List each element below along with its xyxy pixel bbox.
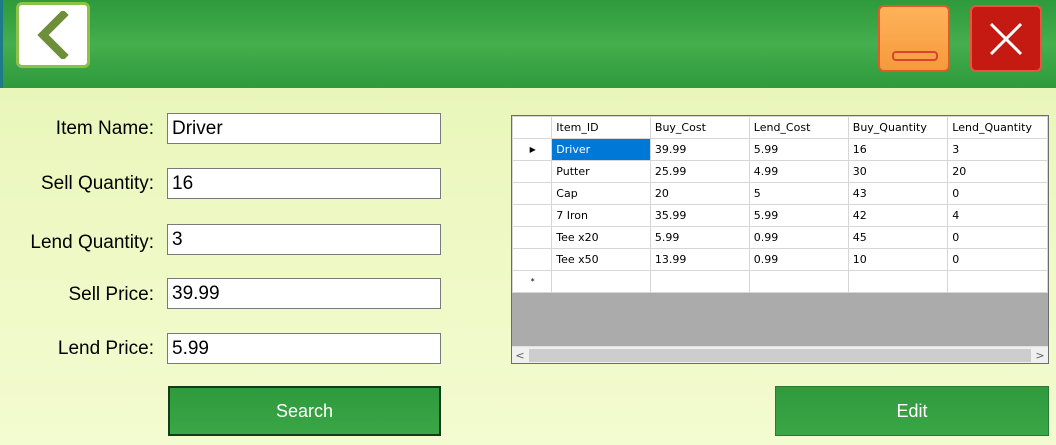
table-cell[interactable]: 5.99 [748,138,849,161]
table-cell[interactable] [748,270,849,293]
minimize-button[interactable] [878,5,950,72]
table-cell[interactable]: 0 [947,226,1048,249]
table-cell[interactable]: 4 [947,204,1048,227]
row-header[interactable] [512,160,553,183]
back-button[interactable] [16,2,90,68]
chevron-left-icon [37,11,69,59]
table-row[interactable]: Cap 20 5 43 0 [512,182,1048,205]
table-row[interactable]: Putter 25.99 4.99 30 20 [512,160,1048,183]
column-header-buy-cost[interactable]: Buy_Cost [649,116,750,139]
scroll-left-arrow[interactable]: < [512,348,528,363]
new-row-indicator[interactable]: * [512,270,553,293]
close-button[interactable] [970,5,1042,72]
horizontal-scrollbar[interactable]: < > [512,346,1048,363]
left-edge-strip [0,0,3,88]
row-header[interactable] [512,182,553,205]
table-cell[interactable]: Tee x20 [551,226,651,249]
column-header-lend-cost[interactable]: Lend_Cost [748,116,849,139]
search-button[interactable]: Search [168,386,441,436]
table-cell[interactable]: 5.99 [748,204,849,227]
lend-quantity-field[interactable] [167,224,441,255]
table-cell[interactable]: 35.99 [649,204,750,227]
table-cell[interactable]: Putter [551,160,651,183]
minimize-icon [892,51,938,61]
sell-price-field[interactable] [167,278,441,309]
table-cell[interactable]: 20 [947,160,1048,183]
table-cell[interactable]: 30 [847,160,949,183]
table-cell[interactable]: Tee x50 [551,248,651,271]
table-cell[interactable]: Driver [551,138,651,161]
table-cell[interactable]: 45 [847,226,949,249]
scrollbar-thumb[interactable] [529,349,1031,362]
sell-quantity-label: Sell Quantity: [41,173,154,194]
table-row[interactable]: ▶ Driver 39.99 5.99 16 3 [512,138,1048,161]
item-name-field[interactable] [167,113,441,144]
table-cell[interactable]: 5 [748,182,849,205]
title-bar [0,0,1056,88]
table-cell[interactable] [649,270,750,293]
grid-header-row: Item_ID Buy_Cost Lend_Cost Buy_Quantity … [512,116,1048,139]
table-cell[interactable]: 0 [947,248,1048,271]
column-header-item-id[interactable]: Item_ID [551,116,651,139]
table-cell[interactable]: Cap [551,182,651,205]
row-header[interactable] [512,226,553,249]
close-icon [989,22,1023,55]
table-cell[interactable]: 16 [847,138,949,161]
table-cell[interactable]: 42 [847,204,949,227]
lend-price-label: Lend Price: [57,338,154,359]
sell-quantity-field[interactable] [167,168,441,199]
table-row[interactable]: 7 Iron 35.99 5.99 42 4 [512,204,1048,227]
table-cell[interactable]: 25.99 [649,160,750,183]
lend-price-field[interactable] [167,333,441,364]
column-header-lend-quantity[interactable]: Lend_Quantity [947,116,1048,139]
table-cell[interactable]: 0.99 [748,248,849,271]
edit-button[interactable]: Edit [775,386,1049,436]
column-header-buy-quantity[interactable]: Buy_Quantity [847,116,949,139]
table-cell[interactable]: 7 Iron [551,204,651,227]
table-cell[interactable] [947,270,1048,293]
table-cell[interactable]: 20 [649,182,750,205]
table-cell[interactable]: 4.99 [748,160,849,183]
table-cell[interactable]: 0.99 [748,226,849,249]
item-name-label: Item Name: [55,118,154,139]
table-cell[interactable]: 0 [947,182,1048,205]
table-cell[interactable]: 39.99 [649,138,750,161]
table-cell[interactable] [551,270,651,293]
table-cell[interactable] [847,270,949,293]
row-header[interactable] [512,204,553,227]
new-row[interactable]: * [512,270,1048,293]
sell-price-label: Sell Price: [68,284,154,305]
row-header-corner [512,116,553,139]
table-cell[interactable]: 10 [847,248,949,271]
grid-table: Item_ID Buy_Cost Lend_Cost Buy_Quantity … [512,116,1048,293]
table-row[interactable]: Tee x50 13.99 0.99 10 0 [512,248,1048,271]
scroll-right-arrow[interactable]: > [1032,348,1048,363]
table-cell[interactable]: 3 [947,138,1048,161]
lend-quantity-label: Lend Quantity: [30,232,154,253]
current-row-indicator[interactable]: ▶ [512,138,553,161]
table-row[interactable]: Tee x20 5.99 0.99 45 0 [512,226,1048,249]
table-cell[interactable]: 5.99 [649,226,750,249]
table-cell[interactable]: 13.99 [649,248,750,271]
row-header[interactable] [512,248,553,271]
items-data-grid[interactable]: Item_ID Buy_Cost Lend_Cost Buy_Quantity … [511,115,1049,364]
table-cell[interactable]: 43 [847,182,949,205]
